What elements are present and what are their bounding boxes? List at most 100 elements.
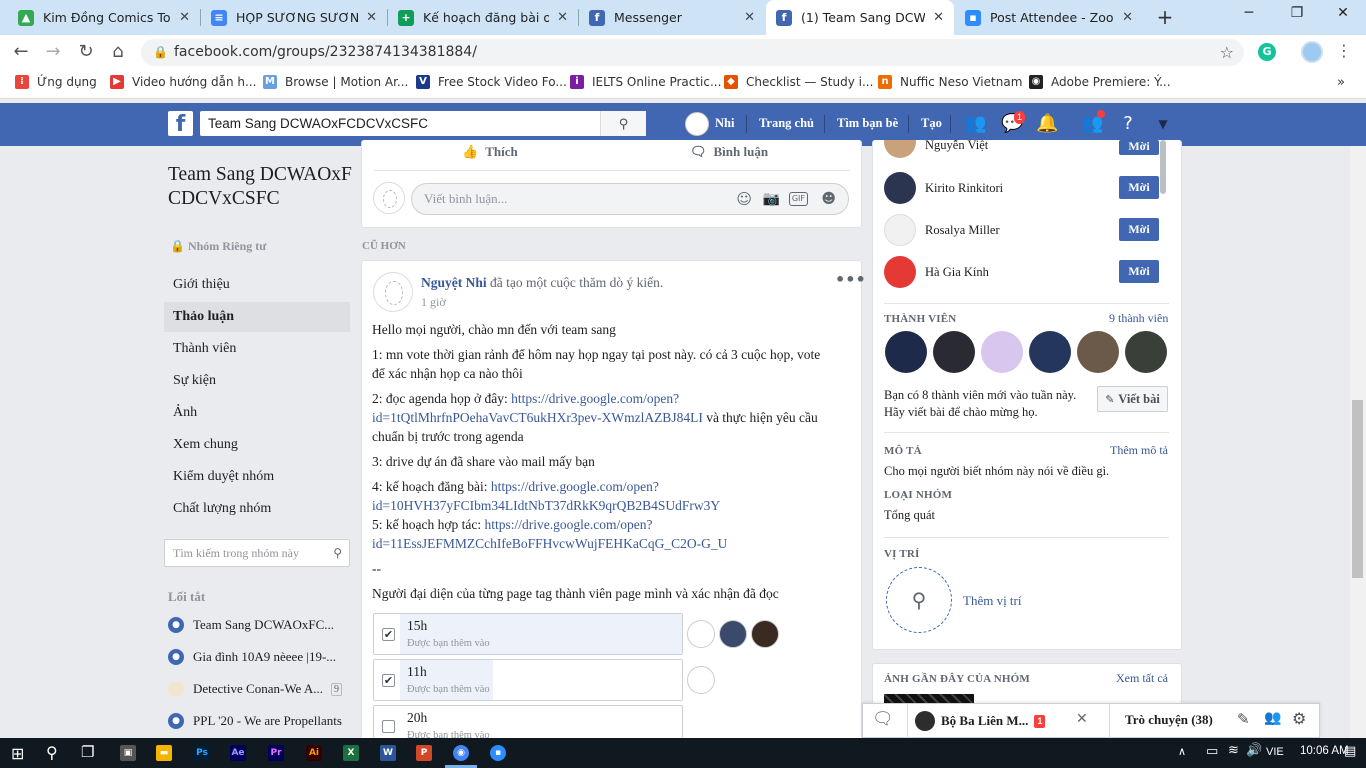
page-scrollbar-thumb[interactable] (1352, 400, 1363, 578)
close-icon[interactable]: ✕ (557, 10, 568, 25)
add-description-link[interactable]: Thêm mô tả (1110, 443, 1168, 458)
bookmark-checklist[interactable]: ◆ Checklist — Study i... (724, 75, 873, 89)
create-group-icon[interactable]: 👥 (1264, 710, 1281, 726)
member-avatar[interactable] (1125, 331, 1167, 373)
notifications-bell-icon[interactable]: 🔔 (1036, 113, 1058, 135)
windows-start-icon[interactable]: ⊞ (11, 744, 24, 763)
back-button[interactable]: ← (8, 40, 34, 64)
poll-checkbox[interactable] (382, 720, 395, 733)
bookmark-ielts[interactable]: i IELTS Online Practic... (570, 75, 721, 89)
tab-kim-dong[interactable]: ▲ Kim Đồng Comics Tour ✕ (8, 0, 200, 35)
minimize-button[interactable]: ─ (1236, 5, 1262, 27)
close-icon[interactable]: ✕ (1122, 10, 1133, 25)
new-tab-button[interactable]: + (1152, 5, 1178, 31)
left-nav-events[interactable]: Sự kiện (164, 366, 350, 396)
poll-option[interactable]: 20h Được bạn thêm vào (373, 705, 683, 738)
friend-requests-icon[interactable]: 👥 (964, 113, 986, 135)
shortcut-item[interactable]: ● PPL '20 - We are Propellants (168, 710, 342, 732)
poll-checkbox[interactable]: ✔ (382, 674, 395, 687)
tab-team-sang[interactable]: f (1) Team Sang DCWAO: ✕ (766, 0, 954, 35)
store-icon[interactable]: ▣ (120, 745, 136, 761)
forward-button[interactable]: → (40, 40, 66, 64)
member-name[interactable]: Rosalya Miller (925, 223, 1000, 238)
left-nav-members[interactable]: Thành viên (164, 334, 350, 364)
author-avatar[interactable] (373, 272, 413, 312)
left-nav-moderation[interactable]: Kiểm duyệt nhóm (164, 462, 350, 492)
premiere-icon[interactable]: Pr (268, 745, 284, 761)
bookmark-apps[interactable]: ⁞ Ứng dụng (15, 75, 97, 89)
search-button[interactable]: ⚲ (600, 111, 646, 136)
group-search-input[interactable]: Tìm kiếm trong nhóm này ⚲ (164, 539, 350, 567)
agenda-link[interactable]: id=1tQtlMhrfnPOehaVavCT6ukHXr3pev-XWmzlA… (372, 410, 703, 425)
bookmarks-overflow-icon[interactable]: » (1337, 75, 1345, 90)
battery-icon[interactable]: ▭ (1206, 744, 1218, 759)
nav-home[interactable]: Trang chủ (759, 116, 814, 131)
write-post-button[interactable]: ✎ Viết bài (1097, 386, 1168, 412)
invite-button[interactable]: Mời (1119, 176, 1159, 199)
map-pin-icon[interactable]: ⚲ (886, 567, 952, 633)
facebook-search-input[interactable]: Team Sang DCWAOxFCDCVxCSFC (200, 111, 646, 136)
wifi-icon[interactable]: ≋ (1228, 743, 1239, 758)
members-count-link[interactable]: 9 thành viên (1109, 311, 1168, 326)
shortcut-item[interactable]: Detective Conan-We A... 9 (168, 678, 342, 700)
reload-button[interactable]: ↻ (73, 40, 99, 64)
list-scrollbar[interactable] (1160, 140, 1166, 194)
home-button[interactable]: ⌂ (105, 40, 131, 64)
member-avatar[interactable] (981, 331, 1023, 373)
illustrator-icon[interactable]: Ai (306, 745, 322, 761)
grammarly-icon[interactable]: G (1258, 43, 1276, 61)
posting-plan-link[interactable]: id=10HVH37yFCIbm34LIdtNbT37dRkK9qrQB2B4S… (372, 498, 720, 513)
left-nav-watch-party[interactable]: Xem chung (164, 430, 350, 460)
poll-checkbox[interactable]: ✔ (382, 628, 395, 641)
facebook-logo-icon[interactable]: f (168, 111, 193, 137)
camera-icon[interactable]: 📷 (763, 184, 780, 214)
search-icon[interactable]: ⚲ (46, 743, 58, 762)
member-avatar[interactable] (884, 256, 916, 288)
post-time[interactable]: 1 giờ (421, 295, 446, 310)
invite-button[interactable]: Mời (1119, 140, 1159, 155)
bookmark-nuffic[interactable]: n Nuffic Neso Vietnam (878, 75, 1022, 89)
more-options-icon[interactable]: ••• (835, 270, 866, 289)
bookmark-motion-array[interactable]: M Browse | Motion Ar... (263, 75, 408, 89)
close-window-button[interactable]: ✕ (1330, 5, 1356, 27)
volume-icon[interactable]: 🔊 (1246, 743, 1262, 758)
address-bar[interactable]: 🔒 facebook.com/groups/2323874134381884/ … (141, 39, 1244, 66)
profile-avatar[interactable] (1301, 41, 1323, 63)
member-name[interactable]: Nguyễn Việt (925, 140, 988, 153)
bookmark-stock-video[interactable]: V Free Stock Video Fo... (416, 75, 567, 89)
member-name[interactable]: Hà Gia Kính (925, 265, 989, 280)
close-icon[interactable]: ✕ (366, 10, 377, 25)
member-avatar[interactable] (1077, 331, 1119, 373)
maximize-button[interactable]: ❐ (1284, 5, 1310, 27)
settings-gear-icon[interactable]: ⚙ (1292, 709, 1306, 728)
user-avatar[interactable] (685, 112, 709, 136)
like-button[interactable]: 👍 Thích (462, 144, 518, 160)
invite-button[interactable]: Mời (1119, 218, 1159, 241)
tab-messenger[interactable]: f Messenger ✕ (579, 0, 765, 35)
emoji-icon[interactable]: ☺ (736, 184, 752, 214)
messages-icon[interactable]: 🗨 (872, 709, 894, 729)
chevron-down-icon[interactable]: ▼ (1152, 113, 1174, 135)
bookmark-adobe-premiere[interactable]: ◉ Adobe Premiere: Ý... (1029, 75, 1171, 89)
close-icon[interactable]: ✕ (1076, 711, 1088, 727)
nav-create[interactable]: Tạo (921, 116, 942, 131)
tab-hop-suong[interactable]: ≡ HỌP SƯƠNG SƯƠNG L ✕ (201, 0, 387, 35)
partnership-plan-link[interactable]: https://drive.google.com/open? (484, 517, 652, 532)
after-effects-icon[interactable]: Ae (230, 745, 246, 761)
left-nav-discussion[interactable]: Thảo luận (164, 302, 350, 332)
sticker-icon[interactable]: ☻ (821, 184, 836, 214)
close-icon[interactable]: ✕ (933, 10, 944, 25)
close-icon[interactable]: ✕ (179, 10, 190, 25)
member-avatar[interactable] (884, 172, 916, 204)
left-nav-about[interactable]: Giới thiệu (164, 270, 350, 300)
help-icon[interactable]: ? (1117, 113, 1139, 135)
see-all-photos-link[interactable]: Xem tất cả (1116, 671, 1168, 686)
comment-button[interactable]: 🗨 Bình luận (690, 144, 768, 160)
voter-avatar[interactable] (751, 620, 779, 648)
new-message-icon[interactable]: ✎ (1237, 710, 1250, 728)
group-name[interactable]: Team Sang DCWAOxFCDCVxCSFC (168, 163, 353, 211)
posting-plan-link[interactable]: https://drive.google.com/open? (491, 479, 659, 494)
nav-profile[interactable]: Nhi (715, 116, 734, 131)
invite-button[interactable]: Mời (1119, 260, 1159, 283)
shortcut-item[interactable]: ● Gia đình 10A9 nèeee |19-... (168, 646, 336, 668)
